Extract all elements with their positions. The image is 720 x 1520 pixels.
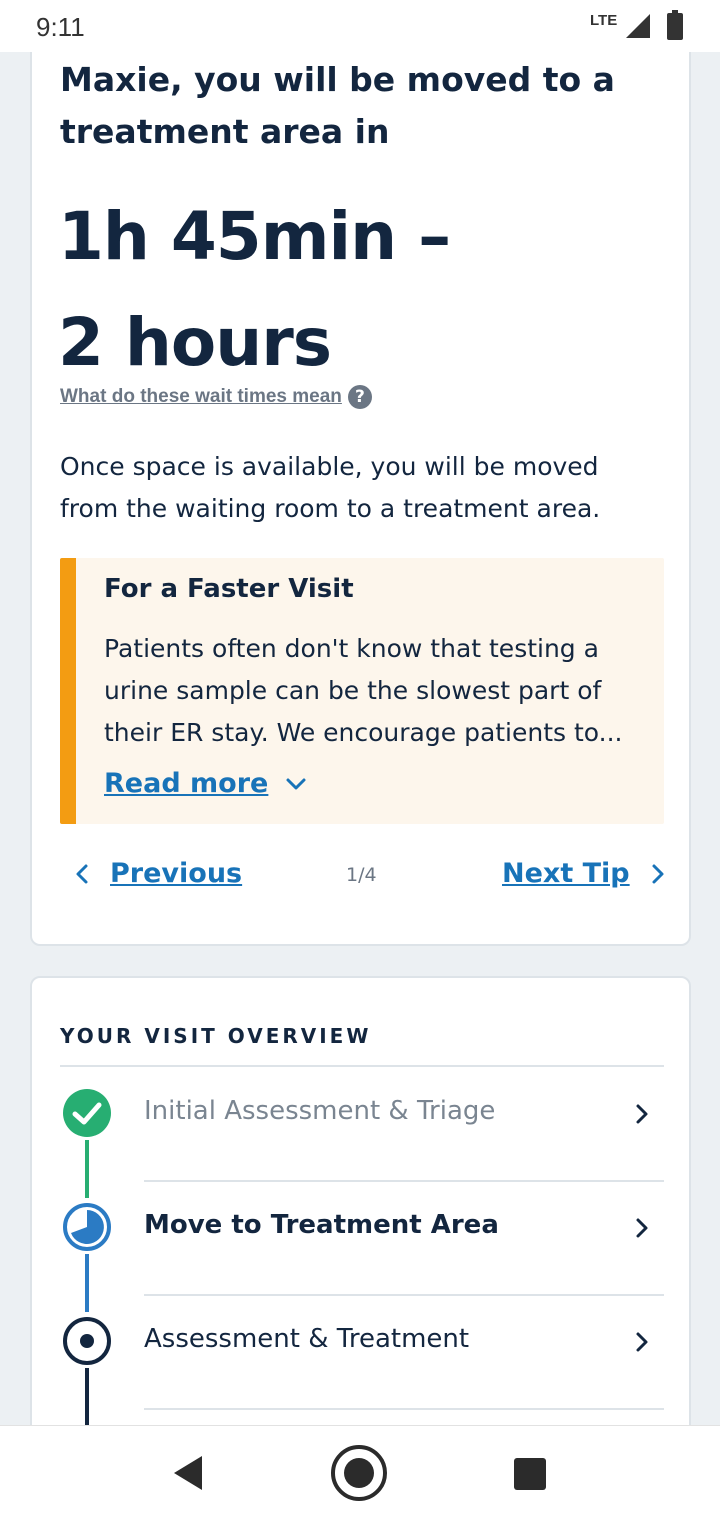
chevron-right-icon[interactable]	[632, 1330, 652, 1354]
read-more-button[interactable]: Read more	[104, 768, 308, 799]
back-icon[interactable]	[170, 1454, 206, 1492]
visit-overview-card: YOUR VISIT OVERVIEW Initial Assessment &…	[30, 976, 691, 1425]
step-initial-assessment[interactable]: Initial Assessment & Triage	[32, 1068, 693, 1198]
check-circle-icon	[63, 1089, 111, 1137]
battery-icon	[667, 10, 683, 40]
step-label[interactable]: Move to Treatment Area	[144, 1210, 499, 1240]
target-circle-icon	[63, 1317, 111, 1365]
chevron-right-icon[interactable]	[648, 862, 668, 886]
help-circle-icon[interactable]: ?	[347, 385, 372, 409]
visit-overview-title: YOUR VISIT OVERVIEW	[60, 1024, 372, 1048]
intro-text: Once space is available, you will be mov…	[60, 452, 601, 523]
wait-time-line-2: 2 hours	[58, 304, 332, 381]
wait-times-info-link[interactable]: What do these wait times mean ?	[60, 385, 372, 409]
tip-box: For a Faster Visit Patients often don't …	[60, 558, 664, 824]
wait-time-line-1: 1h 45min –	[58, 198, 451, 275]
network-type: LTE	[590, 12, 618, 29]
tip-title: For a Faster Visit	[104, 574, 354, 604]
wait-times-info-label[interactable]: What do these wait times mean	[60, 386, 342, 408]
wait-time-card: Maxie, you will be moved to a treatment …	[30, 52, 691, 946]
next-tip-button[interactable]: Next Tip	[502, 858, 668, 889]
step-move-to-treatment[interactable]: Move to Treatment Area	[32, 1182, 693, 1312]
step-connector	[85, 1368, 89, 1425]
recent-apps-icon[interactable]	[514, 1458, 546, 1490]
previous-tip-label[interactable]: Previous	[110, 858, 242, 889]
chevron-down-icon[interactable]	[284, 772, 308, 796]
chevron-right-icon[interactable]	[632, 1216, 652, 1240]
status-bar: 9:11 LTE	[0, 0, 720, 52]
step-assessment-treatment[interactable]: Assessment & Treatment	[32, 1296, 693, 1425]
status-time: 9:11	[36, 12, 85, 42]
chevron-right-icon[interactable]	[632, 1102, 652, 1126]
tip-body: Patients often don't know that testing a…	[104, 634, 623, 747]
signal-icon	[626, 14, 650, 38]
divider	[144, 1408, 664, 1410]
wait-greeting: Maxie, you will be moved to a treatment …	[60, 60, 615, 151]
previous-tip-button[interactable]: Previous	[72, 858, 242, 889]
scroll-content[interactable]: Maxie, you will be moved to a treatment …	[0, 52, 720, 1425]
home-icon[interactable]	[330, 1444, 388, 1502]
tip-pager: Previous 1/4 Next Tip	[32, 850, 693, 906]
clock-progress-icon	[63, 1203, 111, 1251]
chevron-left-icon[interactable]	[72, 862, 92, 886]
android-nav-bar	[0, 1425, 720, 1520]
step-label[interactable]: Assessment & Treatment	[144, 1324, 469, 1354]
tip-page-indicator: 1/4	[346, 864, 377, 886]
read-more-label[interactable]: Read more	[104, 768, 268, 799]
step-label[interactable]: Initial Assessment & Triage	[144, 1096, 495, 1126]
divider	[60, 1065, 664, 1067]
next-tip-label[interactable]: Next Tip	[502, 858, 630, 889]
wait-time-estimate: 1h 45min – 2 hours	[58, 184, 658, 396]
